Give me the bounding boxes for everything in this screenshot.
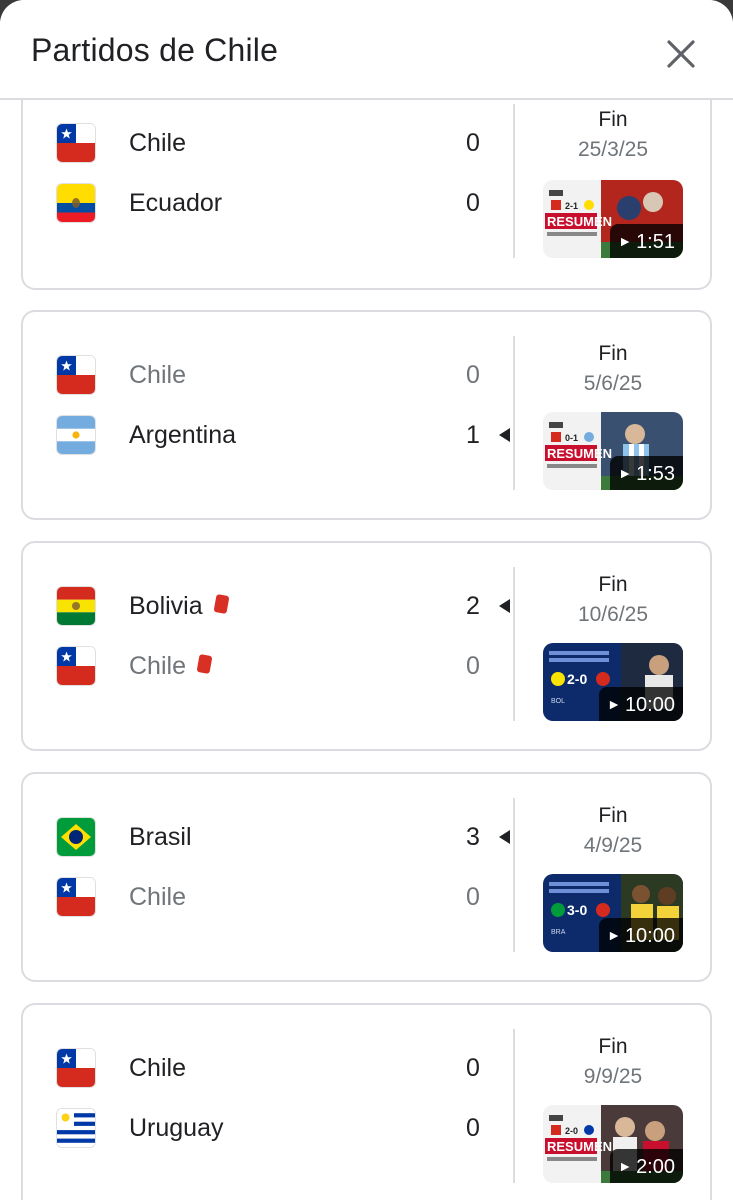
team-score: 1	[466, 421, 480, 449]
match-date: 10/6/25	[577, 603, 649, 626]
video-thumbnail[interactable]: 3-0 BRA ► 10:00	[543, 874, 683, 952]
team-row-away: Chile 0	[23, 877, 523, 917]
winner-arrow-icon	[499, 428, 510, 442]
match-card[interactable]: Chile 0 Ecuador 0 Fin 25/3/25 2-1 RESUME…	[21, 100, 712, 290]
team-name-text: Bolivia	[129, 592, 203, 620]
close-icon	[667, 40, 695, 68]
video-thumbnail[interactable]: 2-0 BOL ► 10:00	[543, 643, 683, 721]
team-name-text: Chile	[129, 652, 186, 680]
chile-flag-icon	[57, 647, 95, 685]
team-row-home: Chile 0	[23, 1048, 523, 1088]
team-row-away: Ecuador 0	[23, 183, 523, 223]
winner-arrow-icon	[499, 830, 510, 844]
video-duration: ► 1:51	[610, 224, 683, 258]
video-abbr-text: BRA	[551, 929, 566, 936]
team-score: 3	[466, 823, 480, 851]
team-score: 2	[466, 592, 480, 620]
argentina-flag-icon	[57, 416, 95, 454]
team-name: Brasil	[129, 823, 192, 851]
team-name: Chile	[129, 361, 186, 389]
video-badge-text: RESUMEN	[547, 1139, 612, 1154]
duration-text: 10:00	[624, 925, 675, 947]
video-score-text: 2-0	[567, 671, 587, 687]
video-abbr-text: BOL	[551, 698, 565, 705]
team-name: Argentina	[129, 421, 237, 449]
team-name: Chile	[129, 1054, 186, 1082]
duration-text: 2:00	[636, 1156, 675, 1178]
team-name: Ecuador	[129, 189, 223, 217]
brazil-flag-icon	[57, 818, 95, 856]
team-row-home: Brasil 3	[23, 817, 523, 857]
match-status: Fin	[598, 573, 628, 596]
winner-arrow-icon	[499, 599, 510, 613]
chile-flag-icon	[57, 124, 95, 162]
video-score-text: 2-1	[565, 201, 578, 211]
uruguay-flag-icon	[57, 1109, 95, 1147]
team-name: Chile	[129, 883, 186, 911]
match-card[interactable]: Chile 0 Argentina 1 Fin 5/6/25 0-1 RESUM…	[21, 310, 712, 520]
video-score-text: 2-0	[565, 1126, 578, 1136]
video-duration: ► 1:53	[610, 456, 683, 490]
match-date: 25/3/25	[577, 138, 649, 161]
team-row-home: Chile 0	[23, 123, 523, 163]
play-icon: ►	[618, 465, 633, 481]
team-score: 0	[466, 1114, 480, 1142]
video-thumbnail[interactable]: 2-1 RESUMEN ► 1:51	[543, 180, 683, 258]
video-thumbnail[interactable]: 0-1 RESUMEN ► 1:53	[543, 412, 683, 490]
video-duration: ► 10:00	[599, 687, 683, 721]
match-status: Fin	[598, 342, 628, 365]
team-score: 0	[466, 1054, 480, 1082]
red-card-icon	[196, 654, 213, 674]
sheet-header: Partidos de Chile	[0, 0, 733, 100]
match-date: 9/9/25	[583, 1065, 643, 1088]
red-card-icon	[213, 594, 230, 614]
match-card[interactable]: Chile 0 Uruguay 0 Fin 9/9/25 2-0 RESUMEN…	[21, 1003, 712, 1200]
ecuador-flag-icon	[57, 184, 95, 222]
play-icon: ►	[618, 233, 633, 249]
video-duration: ► 10:00	[599, 918, 683, 952]
chile-flag-icon	[57, 878, 95, 916]
team-row-away: Chile 0	[23, 646, 523, 686]
team-row-away: Argentina 1	[23, 415, 523, 455]
team-row-away: Uruguay 0	[23, 1108, 523, 1148]
team-name: Chile	[129, 652, 213, 681]
team-row-home: Chile 0	[23, 355, 523, 395]
play-icon: ►	[607, 927, 621, 943]
play-icon: ►	[607, 696, 621, 712]
team-score: 0	[466, 652, 480, 680]
match-status: Fin	[598, 804, 628, 827]
team-score: 0	[466, 883, 480, 911]
match-status: Fin	[598, 1035, 628, 1058]
match-card[interactable]: Brasil 3 Chile 0 Fin 4/9/25 3-0 BRA ► 10…	[21, 772, 712, 982]
bolivia-flag-icon	[57, 587, 95, 625]
chile-flag-icon	[57, 1049, 95, 1087]
match-date: 5/6/25	[583, 372, 643, 395]
video-badge-text: RESUMEN	[547, 214, 612, 229]
video-duration: ► 2:00	[610, 1149, 683, 1183]
close-button[interactable]	[660, 33, 702, 75]
duration-text: 1:51	[636, 231, 675, 253]
duration-text: 10:00	[624, 694, 675, 716]
team-name: Bolivia	[129, 592, 230, 621]
match-date: 4/9/25	[583, 834, 643, 857]
play-icon: ►	[618, 1158, 633, 1174]
team-score: 0	[466, 189, 480, 217]
matches-sheet: Partidos de Chile Chile 0 Ecuador 0 Fin …	[0, 0, 733, 1200]
video-score-text: 0-1	[565, 433, 578, 443]
team-name: Chile	[129, 129, 186, 157]
video-thumbnail[interactable]: 2-0 RESUMEN ► 2:00	[543, 1105, 683, 1183]
team-name: Uruguay	[129, 1114, 224, 1142]
duration-text: 1:53	[636, 463, 675, 485]
chile-flag-icon	[57, 356, 95, 394]
match-status: Fin	[598, 108, 628, 131]
page-title: Partidos de Chile	[31, 32, 279, 68]
team-row-home: Bolivia 2	[23, 586, 523, 626]
team-score: 0	[466, 129, 480, 157]
video-badge-text: RESUMEN	[547, 446, 612, 461]
match-card[interactable]: Bolivia 2 Chile 0 Fin 10/6/25 2-0 BOL ► …	[21, 541, 712, 751]
video-score-text: 3-0	[567, 902, 587, 918]
team-score: 0	[466, 361, 480, 389]
